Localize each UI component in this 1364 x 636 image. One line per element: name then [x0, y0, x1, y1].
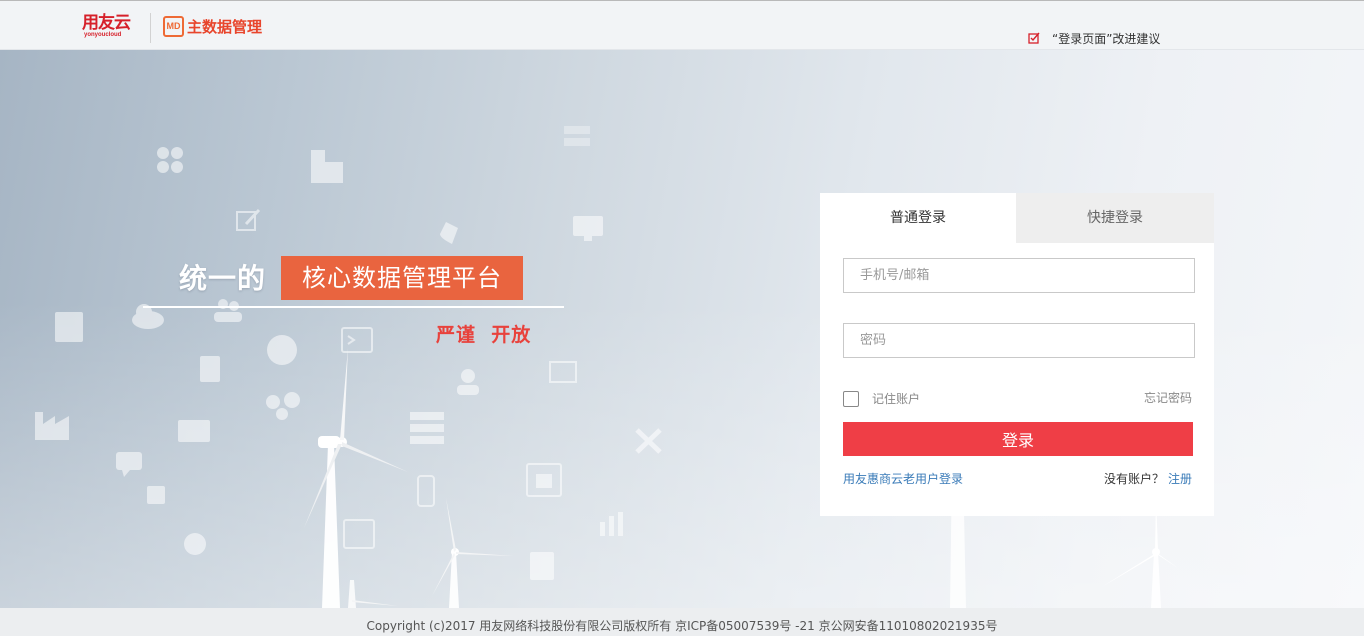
edit-checkbox-icon: [1028, 32, 1040, 44]
no-account-text: 没有账户？: [1103, 472, 1164, 486]
phone-email-input[interactable]: [843, 258, 1195, 293]
login-panel: 普通登录 快捷登录 记住账户 忘记密码 登录 用友惠商云老用户登录 没有账户？ 注…: [820, 193, 1214, 516]
brand-name-en: yonyoucloud: [84, 32, 122, 38]
id-card-icon: [178, 420, 210, 442]
yonyou-cloud-logo[interactable]: 用友云 yonyoucloud: [81, 13, 143, 41]
forgot-password-link[interactable]: 忘记密码: [1144, 390, 1192, 406]
invoice-icon: [530, 552, 554, 580]
building-icon: [311, 150, 343, 183]
settings-icon: [184, 533, 206, 555]
remember-account-checkbox[interactable]: [843, 391, 859, 407]
footer-copyright: Copyright (c)2017 用友网络科技股份有限公司版权所有 京ICP备…: [0, 608, 1364, 636]
tab-quick-login[interactable]: 快捷登录: [1016, 193, 1214, 243]
old-user-login-link[interactable]: 用友惠商云老用户登录: [843, 471, 963, 487]
tab-normal-login[interactable]: 普通登录: [820, 193, 1016, 243]
rocket-icon: [440, 222, 458, 244]
hero-banner: 统一的 核心数据管理平台 严谨 开放 普通登录 快捷登录 记住账户 忘记密码 登…: [0, 50, 1364, 608]
password-input[interactable]: [843, 323, 1195, 358]
logo-divider: [150, 13, 151, 43]
slogan-subtitle: 严谨 开放: [436, 324, 532, 346]
slogan-prefix: 统一的: [179, 262, 267, 295]
top-header: 用友云 yonyoucloud MD 主数据管理 “登录页面”改进建议: [0, 0, 1364, 50]
login-button[interactable]: 登录: [843, 422, 1193, 456]
brand-name-cn: 用友云: [82, 13, 131, 33]
md-badge-icon: MD: [163, 16, 184, 37]
remember-account-label: 记住账户: [872, 392, 921, 406]
slogan-underline: [143, 306, 564, 308]
globe-icon: [267, 335, 297, 365]
feedback-text: “登录页面”改进建议: [1052, 32, 1161, 46]
register-prompt: 没有账户？ 注册: [1104, 471, 1192, 487]
product-name: 主数据管理: [187, 18, 263, 36]
monitor-icon: [573, 216, 603, 241]
database-list-icon: [410, 412, 444, 444]
edit-icon: [236, 208, 261, 231]
server-icon: [564, 126, 590, 146]
notebook-icon: [200, 356, 220, 382]
register-link[interactable]: 注册: [1168, 472, 1192, 486]
clover-icon: [157, 147, 183, 173]
slogan-highlight: 核心数据管理平台: [281, 256, 523, 300]
newspaper-icon: [55, 312, 83, 342]
phone-book-icon: [147, 486, 165, 504]
